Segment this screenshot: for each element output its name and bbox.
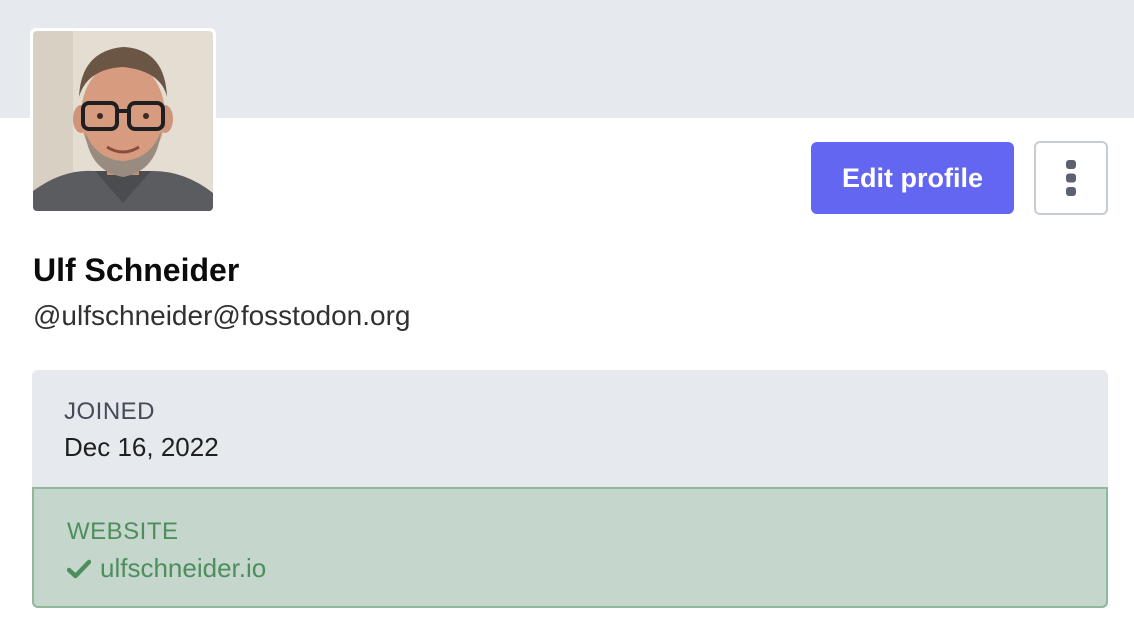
- check-icon: [67, 559, 91, 578]
- website-link[interactable]: ulfschneider.io: [100, 553, 266, 584]
- joined-value: Dec 16, 2022: [64, 432, 219, 462]
- avatar-frame: [30, 28, 216, 214]
- display-name: Ulf Schneider: [33, 252, 240, 288]
- avatar[interactable]: [33, 31, 213, 211]
- joined-label: JOINED: [64, 398, 156, 425]
- joined-field: JOINED Dec 16, 2022: [32, 370, 1108, 489]
- vertical-ellipsis-icon: [1066, 160, 1076, 196]
- edit-profile-button[interactable]: Edit profile: [811, 142, 1014, 214]
- website-row: ulfschneider.io: [67, 553, 266, 584]
- website-label: WEBSITE: [67, 518, 179, 545]
- more-options-button[interactable]: [1034, 141, 1108, 215]
- profile-fields: JOINED Dec 16, 2022 WEBSITE ulfschneider…: [32, 370, 1108, 608]
- website-field: WEBSITE ulfschneider.io: [32, 487, 1108, 608]
- account-handle: @ulfschneider@fosstodon.org: [33, 300, 411, 331]
